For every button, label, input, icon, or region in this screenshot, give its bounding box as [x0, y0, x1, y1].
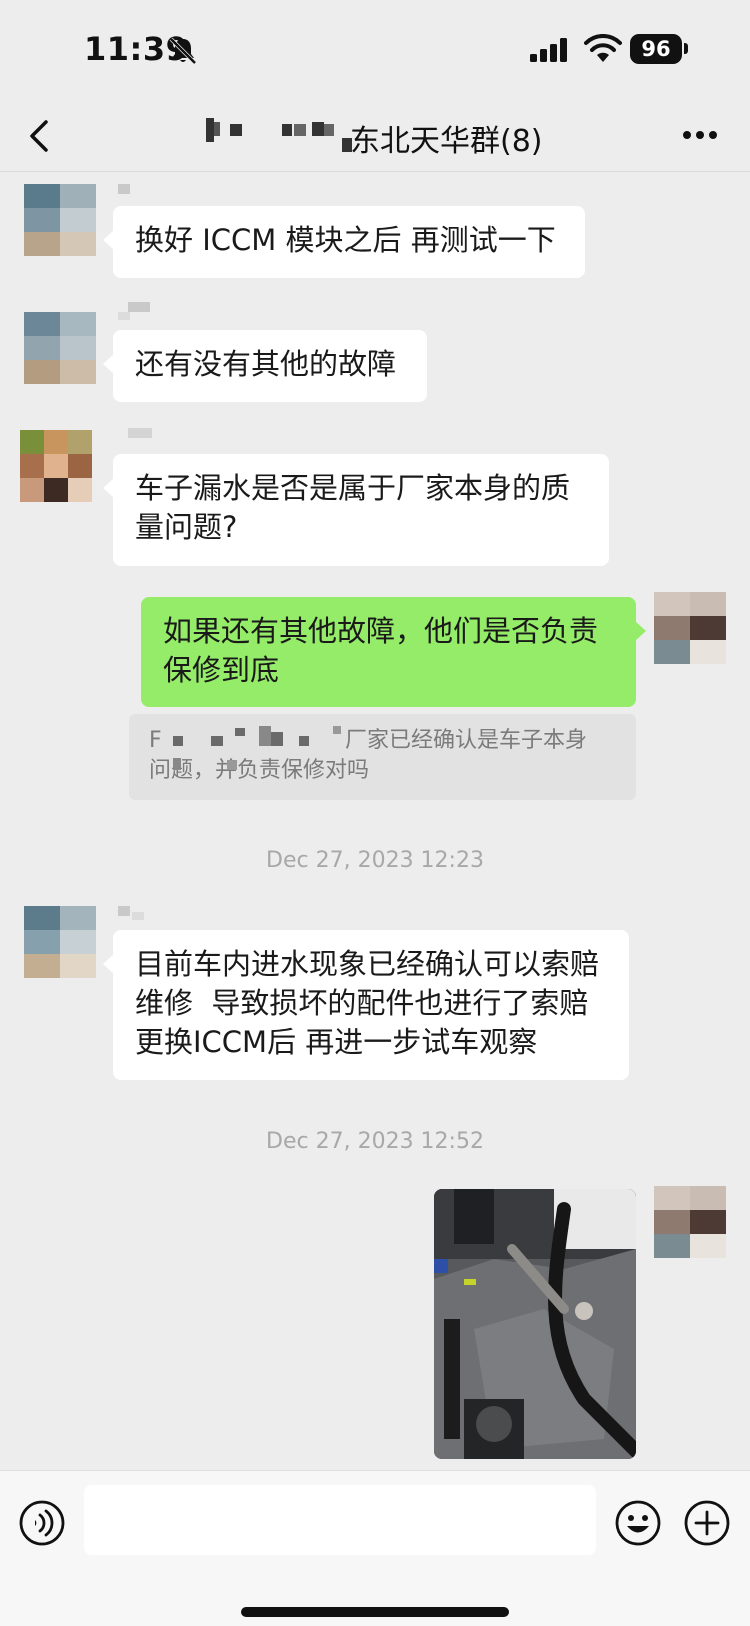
- redacted-title-mosaic: [200, 112, 352, 156]
- message-bubble[interactable]: 换好 ICCM 模块之后 再测试一下: [103, 206, 585, 278]
- avatar[interactable]: [24, 312, 96, 384]
- avatar[interactable]: [24, 906, 96, 978]
- plus-icon[interactable]: [683, 1499, 731, 1547]
- avatar-self[interactable]: [654, 592, 726, 664]
- avatar[interactable]: [24, 184, 96, 256]
- message-bubble[interactable]: 还有没有其他的故障: [103, 330, 427, 402]
- redacted-sender-name: [118, 906, 158, 920]
- redacted-sender-name: [118, 302, 158, 320]
- chevron-left-icon[interactable]: [24, 114, 56, 158]
- voice-icon[interactable]: [18, 1499, 66, 1547]
- message-input[interactable]: [84, 1485, 596, 1555]
- message-bubble[interactable]: 目前车内进水现象已经确认可以索赔维修 导致损坏的配件也进行了索赔 更换ICCM后…: [103, 930, 629, 1080]
- battery-level: 96: [630, 34, 682, 64]
- chat-title-area[interactable]: 东北天华群(8): [200, 112, 560, 159]
- status-bar: 11:39 96: [0, 0, 750, 100]
- avatar[interactable]: [20, 430, 92, 502]
- message-bubble[interactable]: 车子漏水是否是属于厂家本身的质量问题?: [103, 454, 609, 566]
- chat-timestamp: Dec 27, 2023 12:52: [266, 1129, 484, 1154]
- chat-timestamp: Dec 27, 2023 12:23: [266, 848, 484, 873]
- redacted-sender-name: [118, 428, 158, 442]
- photo-message[interactable]: [434, 1189, 636, 1459]
- bell-slash-icon: [169, 37, 197, 65]
- photo-image: [434, 1189, 636, 1459]
- emoji-icon[interactable]: [614, 1499, 662, 1547]
- battery-tip: [684, 43, 688, 54]
- avatar-self[interactable]: [654, 1186, 726, 1258]
- signal-icon: [530, 38, 567, 62]
- home-indicator[interactable]: [241, 1607, 509, 1617]
- redacted-quote-mosaic: [173, 726, 373, 782]
- quoted-message[interactable]: F 厂家已经确认是车子本身 问题，并负责保修对吗: [129, 714, 636, 800]
- chat-header: 东北天华群(8): [0, 100, 750, 172]
- wifi-icon: [584, 34, 622, 62]
- message-bubble-outgoing[interactable]: 如果还有其他故障，他们是否负责保修到底: [141, 597, 646, 707]
- message-input-bar: [0, 1470, 750, 1626]
- chat-title: 东北天华群(8): [350, 124, 543, 159]
- quote-line-1-text: 厂家已经确认是车子本身: [345, 728, 588, 753]
- redacted-sender-name: [118, 184, 138, 198]
- ellipsis-icon[interactable]: [682, 130, 718, 140]
- quote-prefix: F: [149, 728, 162, 753]
